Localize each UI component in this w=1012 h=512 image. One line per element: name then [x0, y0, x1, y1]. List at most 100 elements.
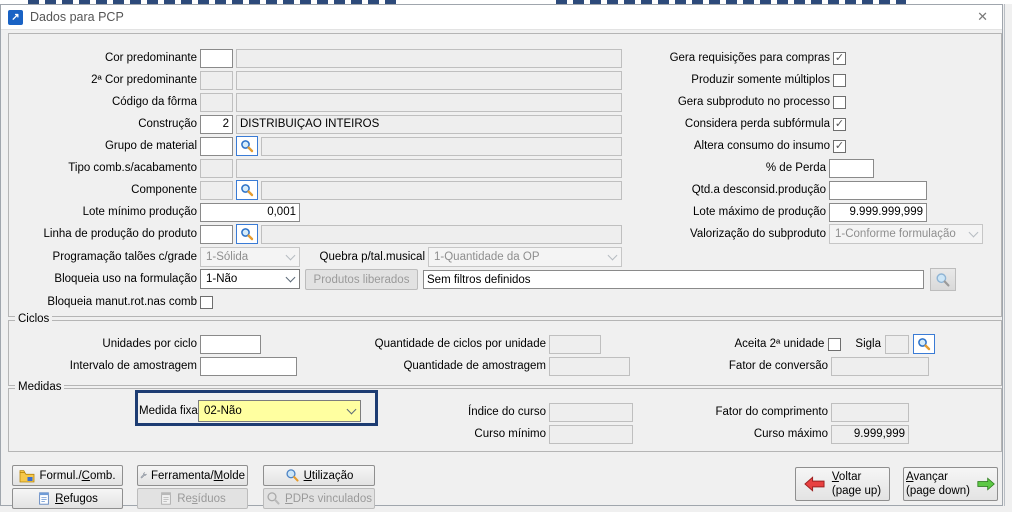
altera-consumo-checkbox[interactable] [833, 139, 846, 153]
produtos-liberados-button: Produtos liberados [305, 269, 418, 290]
field-label: Componente [131, 184, 197, 196]
tipo-comb-desc-field [236, 158, 622, 178]
gera-requisicoes-checkbox[interactable] [833, 51, 846, 65]
field-label: Lote máximo de produção [693, 206, 826, 218]
field-label: Unidades por ciclo [102, 338, 197, 350]
button-label: Refugos [55, 492, 98, 505]
grupo-material-code-input[interactable] [200, 136, 233, 156]
formul-comb-button[interactable]: Formul./Comb. [12, 465, 123, 486]
window-right-edge [1004, 4, 1005, 506]
produzir-multiplos-checkbox[interactable] [833, 73, 846, 87]
clipboard-icon [39, 492, 49, 505]
row-lote-maximo: Lote máximo de produção [648, 202, 983, 222]
voltar-button[interactable]: Voltar (page up) [795, 467, 890, 501]
row-perc-perda: % de Perda [648, 158, 983, 178]
ferramenta-molde-button[interactable]: Ferramenta/Molde [137, 465, 248, 486]
bloqueia-uso-dropdown[interactable]: 1-Não [200, 269, 300, 289]
bloqueia-manut-checkbox[interactable] [200, 295, 213, 309]
row-qtd-desconsid: Qtd.a desconsid.produção [648, 180, 983, 200]
indice-curso-input [549, 402, 633, 422]
field-label: Linha de produção do produto [43, 228, 197, 240]
lote-minimo-input[interactable] [200, 202, 300, 222]
arrow-left-icon [804, 476, 825, 492]
chevron-down-icon [968, 227, 979, 238]
field-label: Quantidade de ciclos por unidade [374, 338, 546, 350]
field-label: Quantidade de amostragem [403, 360, 546, 372]
button-label: Formul./Comb. [39, 469, 116, 482]
search-icon [936, 272, 950, 286]
utilizacao-button[interactable]: Utilização [263, 465, 375, 486]
fator-comprimento-input [831, 402, 909, 422]
row-curso-maximo: Curso máximo [648, 424, 983, 444]
search-icon [241, 228, 254, 241]
curso-minimo-input [549, 424, 633, 444]
field-label: Fator de conversão [728, 360, 828, 372]
cor-predominante-code-input[interactable] [200, 48, 233, 68]
app-icon: ↗ [8, 9, 23, 25]
qtd-amostragem-input [549, 356, 630, 376]
filtro-produtos-field[interactable] [423, 270, 924, 289]
valorizacao-dropdown: 1-Conforme formulação [829, 224, 983, 244]
componente-lookup-button[interactable] [236, 180, 258, 200]
avancar-button[interactable]: Avançar (page down) [903, 467, 998, 501]
field-label: Altera consumo do insumo [693, 140, 830, 152]
intervalo-amostragem-input[interactable] [200, 356, 297, 376]
row-considera-perda: Considera perda subfórmula [648, 114, 846, 134]
grupo-material-lookup-button[interactable] [236, 136, 258, 156]
row-qtd-ciclos: Quantidade de ciclos por unidade [330, 334, 633, 354]
field-label: % de Perda [765, 162, 826, 174]
filtro-search-button[interactable] [930, 268, 956, 291]
codigo-forma-code-input [200, 92, 233, 112]
row-produtos-liberados: Produtos liberados [305, 268, 960, 291]
row-componente: Componente [16, 180, 622, 200]
wrench-icon [140, 472, 147, 479]
clipboard-icon [161, 492, 172, 505]
button-label: Voltar (page up) [831, 470, 882, 497]
cor-predominante-desc-field [236, 48, 622, 68]
unidades-ciclo-input[interactable] [200, 334, 261, 354]
lote-maximo-input[interactable] [829, 202, 927, 222]
quebra-dropdown: 1-Quantidade da OP [428, 247, 622, 267]
qtd-desconsid-input[interactable] [829, 180, 927, 200]
tipo-comb-code-input [200, 158, 233, 178]
perc-perda-input[interactable] [829, 158, 874, 178]
chevron-down-icon [285, 272, 296, 283]
field-label: Produzir somente múltiplos [691, 74, 830, 86]
field-label: Bloqueia manut.rot.nas comb [47, 296, 197, 308]
arrow-right-icon [977, 477, 995, 491]
field-label: Gera subproduto no processo [677, 96, 830, 108]
close-icon[interactable]: ✕ [977, 9, 988, 25]
construcao-code-input[interactable] [200, 114, 233, 134]
aceita-unidade-checkbox[interactable] [828, 337, 842, 351]
segunda-cor-code-input [200, 70, 233, 90]
considera-perda-checkbox[interactable] [833, 117, 846, 131]
folder-icon [20, 469, 35, 482]
linha-producao-lookup-button[interactable] [236, 224, 258, 244]
field-label: Índice do curso [468, 406, 546, 418]
row-tipo-comb: Tipo comb.s/acabamento [16, 158, 622, 178]
medidas-legend: Medidas [15, 381, 65, 393]
field-label: Intervalo de amostragem [69, 360, 197, 372]
row-linha-producao: Linha de produção do produto [16, 224, 622, 244]
fator-conversao-input [831, 356, 929, 376]
row-produzir-multiplos: Produzir somente múltiplos [648, 70, 846, 90]
chevron-down-icon [285, 250, 296, 261]
sigla-input [885, 334, 909, 354]
sigla-lookup-button[interactable] [913, 334, 935, 354]
linha-producao-code-input[interactable] [200, 224, 233, 244]
field-label: Quebra p/tal.musical [319, 251, 425, 263]
row-intervalo-amostragem: Intervalo de amostragem [16, 356, 303, 376]
field-label: Bloqueia uso na formulação [54, 273, 197, 285]
refugos-button[interactable]: Refugos [12, 488, 123, 509]
row-aceita-unidade: Aceita 2ª unidade Sigla [648, 334, 935, 354]
row-grupo-material: Grupo de material [16, 136, 622, 156]
linha-producao-desc-field [261, 224, 622, 244]
ciclos-legend: Ciclos [15, 313, 53, 325]
row-curso-minimo: Curso mínimo [330, 424, 633, 444]
row-qtd-amostragem: Quantidade de amostragem [330, 356, 633, 376]
field-label: Fator do comprimento [715, 406, 829, 418]
gera-subproduto-checkbox[interactable] [833, 95, 846, 109]
row-gera-requisicoes: Gera requisições para compras [648, 48, 846, 68]
button-label: PDPs vinculados [285, 492, 372, 505]
row-segunda-cor: 2ª Cor predominante [16, 70, 622, 90]
